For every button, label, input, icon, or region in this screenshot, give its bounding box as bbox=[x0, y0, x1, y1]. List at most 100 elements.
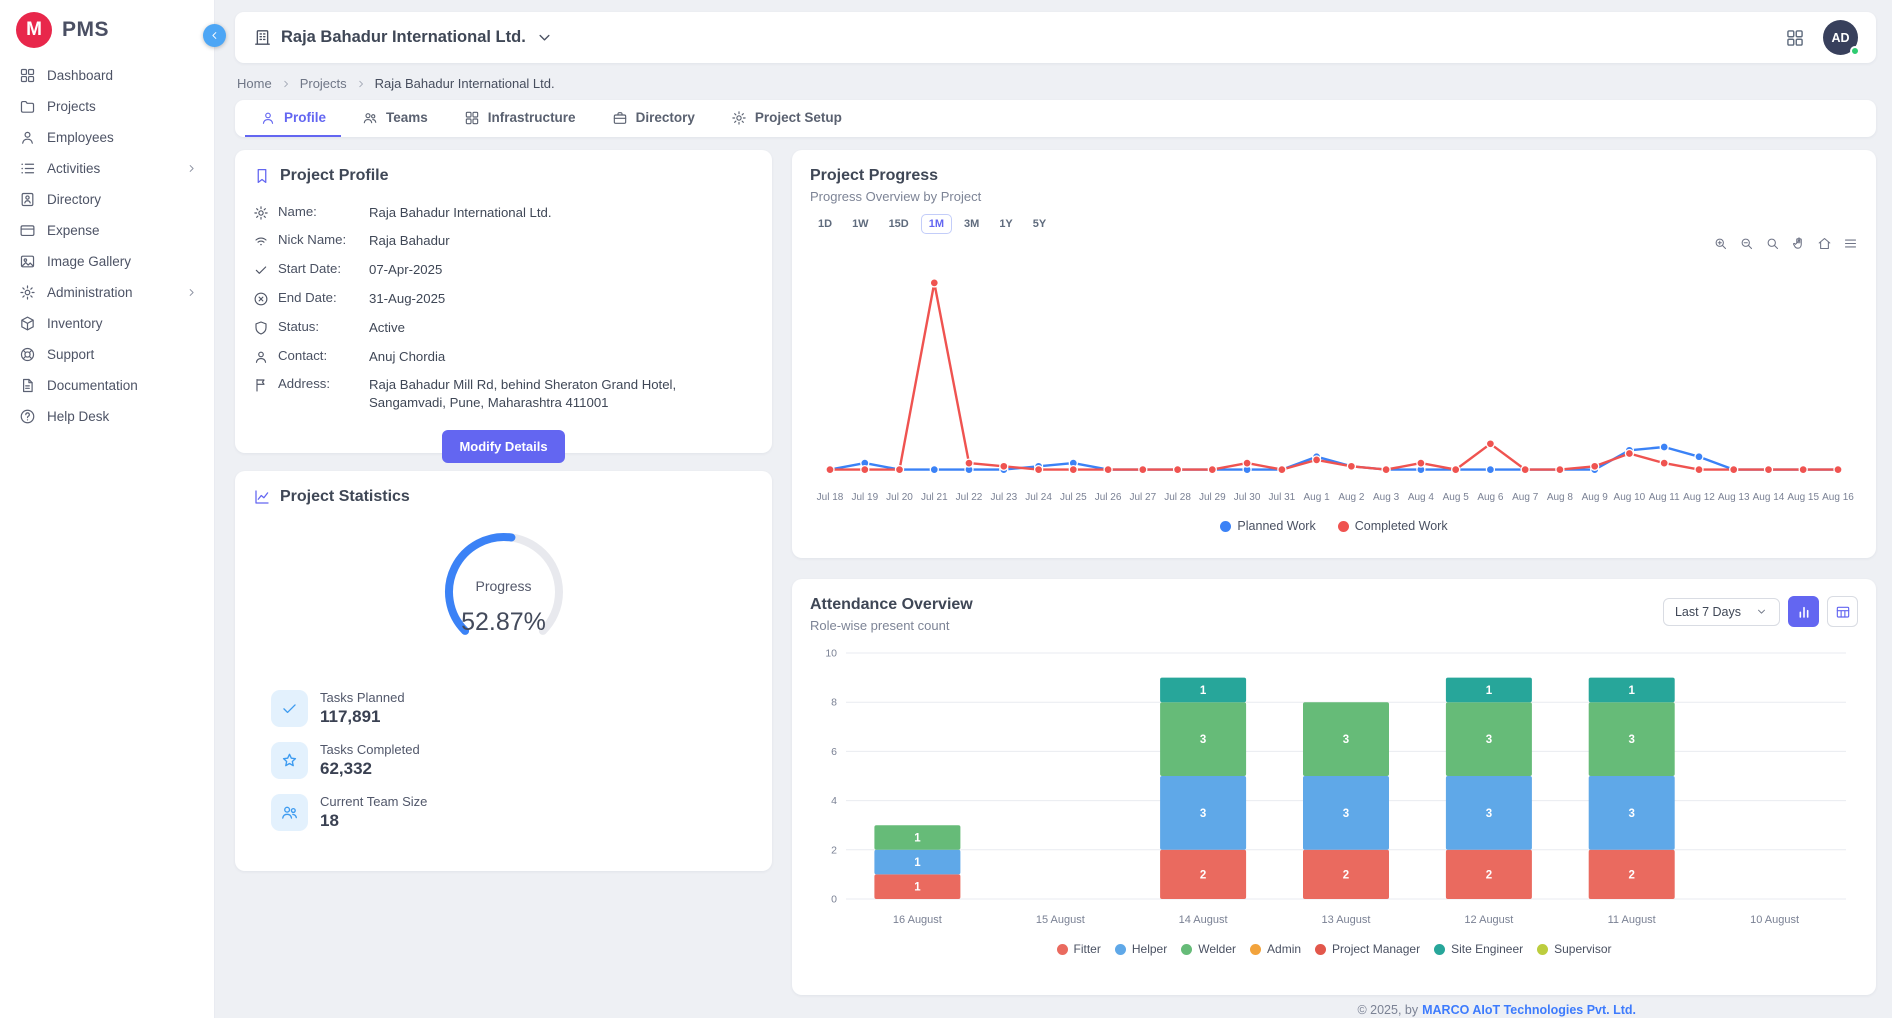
legend-label: Helper bbox=[1132, 942, 1167, 956]
attendance-controls: Last 7 Days bbox=[1663, 596, 1858, 627]
svg-text:Jul 29: Jul 29 bbox=[1199, 492, 1226, 503]
svg-text:8: 8 bbox=[831, 697, 837, 709]
toolbar-zoom-in-button[interactable] bbox=[1713, 236, 1728, 252]
footer-link[interactable]: MARCO AIoT Technologies Pvt. Ltd. bbox=[1422, 1003, 1636, 1017]
right-column: Project Progress Progress Overview by Pr… bbox=[792, 150, 1876, 1018]
tab-directory[interactable]: Directory bbox=[597, 100, 710, 137]
chart-view-button[interactable] bbox=[1788, 596, 1819, 627]
range-button-1y[interactable]: 1Y bbox=[991, 214, 1020, 234]
toolbar-zoom-out-button[interactable] bbox=[1739, 236, 1754, 252]
range-button-1w[interactable]: 1W bbox=[844, 214, 877, 234]
svg-text:2: 2 bbox=[1343, 869, 1349, 881]
date-range-select[interactable]: Last 7 Days bbox=[1663, 598, 1780, 626]
legend-item-helper[interactable]: Helper bbox=[1115, 942, 1167, 956]
legend-label: Admin bbox=[1267, 942, 1301, 956]
range-button-1m[interactable]: 1M bbox=[921, 214, 952, 234]
legend-item-supervisor[interactable]: Supervisor bbox=[1537, 942, 1611, 956]
chevron-down-icon bbox=[535, 28, 554, 47]
gauge-arc bbox=[424, 518, 584, 673]
stat-tasks-completed: Tasks Completed 62,332 bbox=[271, 742, 754, 779]
stats-card-title: Project Statistics bbox=[280, 488, 410, 506]
pan-icon bbox=[1791, 236, 1806, 251]
sidebar-item-dashboard[interactable]: Dashboard bbox=[0, 60, 214, 91]
briefcase-icon bbox=[612, 110, 628, 126]
documentation-icon bbox=[19, 377, 36, 394]
svg-text:Jul 23: Jul 23 bbox=[990, 492, 1017, 503]
avatar-initials: AD bbox=[1831, 31, 1849, 45]
bar-chart-icon bbox=[1796, 604, 1812, 620]
company-selector[interactable]: Raja Bahadur International Ltd. bbox=[253, 28, 554, 47]
chevron-right-icon bbox=[280, 78, 292, 90]
user-icon bbox=[19, 129, 36, 146]
legend-item-site-engineer[interactable]: Site Engineer bbox=[1434, 942, 1523, 956]
user-avatar[interactable]: AD bbox=[1823, 20, 1858, 55]
chevron-right-icon bbox=[185, 286, 198, 299]
sidebar-item-help-desk[interactable]: Help Desk bbox=[0, 401, 214, 432]
legend-item-project-manager[interactable]: Project Manager bbox=[1315, 942, 1420, 956]
footer-text: © 2025, by bbox=[1357, 1003, 1418, 1017]
stat-value: 18 bbox=[320, 811, 427, 831]
tab-project-setup[interactable]: Project Setup bbox=[716, 100, 857, 137]
zoom-icon bbox=[1765, 236, 1780, 251]
sidebar-item-image-gallery[interactable]: Image Gallery bbox=[0, 246, 214, 277]
check-icon bbox=[280, 699, 299, 718]
sidebar-item-inventory[interactable]: Inventory bbox=[0, 308, 214, 339]
tab-teams[interactable]: Teams bbox=[347, 100, 443, 137]
chart-line-icon bbox=[253, 488, 271, 506]
legend-item-planned-work[interactable]: Planned Work bbox=[1220, 519, 1315, 533]
breadcrumb-item-home[interactable]: Home bbox=[237, 76, 272, 91]
toolbar-pan-button[interactable] bbox=[1791, 236, 1806, 252]
stat-label: Tasks Completed bbox=[320, 742, 420, 757]
profile-field-start-date: Start Date:07-Apr-2025 bbox=[253, 256, 754, 285]
projects-icon bbox=[19, 98, 36, 115]
tab-label: Teams bbox=[386, 110, 428, 125]
app-logo[interactable]: M PMS bbox=[0, 0, 214, 54]
tab-profile[interactable]: Profile bbox=[245, 100, 341, 137]
svg-text:10 August: 10 August bbox=[1750, 914, 1799, 926]
support-icon bbox=[19, 346, 36, 363]
project-statistics-card: Project Statistics Progress 52.87% Tasks… bbox=[235, 471, 772, 871]
svg-text:1: 1 bbox=[914, 882, 921, 894]
sidebar-item-administration[interactable]: Administration bbox=[0, 277, 214, 308]
sidebar-collapse-button[interactable] bbox=[203, 24, 226, 47]
svg-text:Jul 19: Jul 19 bbox=[851, 492, 878, 503]
toolbar-home-button[interactable] bbox=[1817, 236, 1832, 252]
toolbar-zoom-button[interactable] bbox=[1765, 236, 1780, 252]
legend-item-welder[interactable]: Welder bbox=[1181, 942, 1236, 956]
sidebar-item-activities[interactable]: Activities bbox=[0, 153, 214, 184]
toolbar-menu-button[interactable] bbox=[1843, 236, 1858, 252]
svg-text:Aug 2: Aug 2 bbox=[1338, 492, 1365, 503]
legend-item-fitter[interactable]: Fitter bbox=[1057, 942, 1101, 956]
stat-value: 62,332 bbox=[320, 759, 420, 779]
gear-icon bbox=[253, 205, 269, 221]
sidebar-item-employees[interactable]: Employees bbox=[0, 122, 214, 153]
building-icon bbox=[253, 28, 272, 47]
logo-mark: M bbox=[16, 12, 52, 48]
sidebar-item-support[interactable]: Support bbox=[0, 339, 214, 370]
sidebar-item-projects[interactable]: Projects bbox=[0, 91, 214, 122]
apps-grid-button[interactable] bbox=[1785, 28, 1805, 48]
field-value: Anuj Chordia bbox=[369, 348, 754, 366]
sidebar-item-documentation[interactable]: Documentation bbox=[0, 370, 214, 401]
range-button-1d[interactable]: 1D bbox=[810, 214, 840, 234]
table-view-button[interactable] bbox=[1827, 596, 1858, 627]
tab-infrastructure[interactable]: Infrastructure bbox=[449, 100, 591, 137]
teams-icon bbox=[362, 110, 378, 126]
legend-item-completed-work[interactable]: Completed Work bbox=[1338, 519, 1448, 533]
range-button-15d[interactable]: 15D bbox=[881, 214, 917, 234]
legend-label: Fitter bbox=[1074, 942, 1101, 956]
modify-details-button[interactable]: Modify Details bbox=[442, 430, 564, 463]
range-button-5y[interactable]: 5Y bbox=[1025, 214, 1054, 234]
svg-text:10: 10 bbox=[825, 648, 837, 660]
range-button-3m[interactable]: 3M bbox=[956, 214, 987, 234]
legend-label: Planned Work bbox=[1237, 519, 1315, 533]
svg-text:2: 2 bbox=[1628, 869, 1634, 881]
sidebar-item-expense[interactable]: Expense bbox=[0, 215, 214, 246]
svg-text:1: 1 bbox=[1628, 685, 1635, 697]
line-chart-area: Jul 18Jul 19Jul 20Jul 21Jul 22Jul 23Jul … bbox=[810, 254, 1858, 517]
sidebar-item-directory[interactable]: Directory bbox=[0, 184, 214, 215]
breadcrumb-item-projects[interactable]: Projects bbox=[300, 76, 347, 91]
legend-item-admin[interactable]: Admin bbox=[1250, 942, 1301, 956]
chevron-down-icon bbox=[1755, 605, 1768, 618]
tab-label: Profile bbox=[284, 110, 326, 125]
